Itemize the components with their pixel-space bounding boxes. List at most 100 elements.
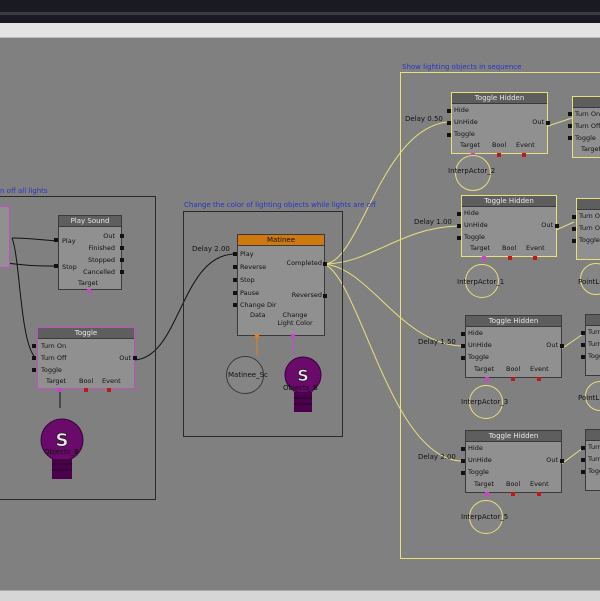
- play-sound-finished-pin[interactable]: [120, 246, 124, 250]
- matinee-node[interactable]: Matinee Play Reverse Stop Pause Change D…: [237, 234, 325, 336]
- right-partial-node-4[interactable]: Turn On Turn Off Toggle: [585, 429, 600, 491]
- right-partial-node-2[interactable]: Turn On Turn Off Toggle: [576, 198, 600, 260]
- toggle-toggle-pin[interactable]: [32, 368, 36, 372]
- right-partial-node-1[interactable]: Turn On Turn Off Toggle Target: [572, 96, 600, 158]
- matinee-stop-pin[interactable]: [233, 278, 237, 282]
- matinee-reverse-pin[interactable]: [233, 265, 237, 269]
- play-sound-out-pin[interactable]: [120, 234, 124, 238]
- toggle-bool: Bool: [79, 377, 94, 385]
- matinee-in-reverse: Reverse: [240, 263, 267, 271]
- play-sound-stop-pin[interactable]: [54, 264, 58, 268]
- toggle-hidden-1-out: Out: [532, 118, 544, 126]
- toggle-hidden-3-event-pin[interactable]: [537, 377, 541, 381]
- play-sound-node[interactable]: Play Sound Play Stop Out Finished Stoppe…: [58, 215, 122, 290]
- toggle-hidden-2-event-pin[interactable]: [533, 256, 537, 260]
- right-partial-2-pin-c[interactable]: [572, 239, 576, 243]
- right-actor-b-label: PointL: [578, 394, 600, 402]
- toggle-hidden-3-out: Out: [546, 341, 558, 349]
- right-partial-4-pin-a[interactable]: [581, 446, 585, 450]
- toggle-turn-off-pin[interactable]: [32, 356, 36, 360]
- toggle-hidden-1-hide-pin[interactable]: [447, 109, 451, 113]
- toggle-hidden-4-unhide-pin[interactable]: [461, 459, 465, 463]
- toggle-hidden-4-toggle-pin[interactable]: [461, 471, 465, 475]
- toggle-hidden-3-toggle-pin[interactable]: [461, 356, 465, 360]
- partial-left-node[interactable]: [0, 206, 10, 268]
- play-sound-stopped-pin[interactable]: [120, 258, 124, 262]
- toggle-hidden-1-bool-pin[interactable]: [497, 153, 501, 157]
- right-partial-4-pin-b[interactable]: [581, 458, 585, 462]
- toggle-hidden-2-target-pin[interactable]: [482, 256, 486, 260]
- play-sound-in-stop: Stop: [62, 263, 77, 271]
- toggle-out-pin[interactable]: [133, 356, 137, 360]
- right-partial-2-toggle: Toggle: [579, 236, 600, 244]
- toggle-hidden-2-toggle-pin[interactable]: [457, 236, 461, 240]
- toggle-hidden-2-delay: Delay 1.00: [414, 218, 452, 226]
- toggle-hidden-3-hide-pin[interactable]: [461, 332, 465, 336]
- toggle-bool-pin[interactable]: [84, 388, 88, 392]
- right-partial-1-turn-on: Turn On: [575, 110, 600, 118]
- toggle-hidden-3-bool-pin[interactable]: [511, 377, 515, 381]
- toggle-event-pin[interactable]: [107, 388, 111, 392]
- toggle-title: Toggle: [38, 328, 134, 339]
- right-partial-4-pin-c[interactable]: [581, 470, 585, 474]
- toggle-target-pin[interactable]: [57, 388, 61, 392]
- right-partial-3-pin-b[interactable]: [581, 343, 585, 347]
- toggle-hidden-2-bool-pin[interactable]: [508, 256, 512, 260]
- matinee-reversed-pin[interactable]: [323, 294, 327, 298]
- toggle-hidden-1-toggle: Toggle: [454, 130, 475, 138]
- toggle-hidden-2-target: Target: [470, 244, 491, 252]
- right-partial-3-toggle: Toggle: [588, 352, 600, 360]
- toggle-hidden-2-hide-pin[interactable]: [457, 212, 461, 216]
- toggle-hidden-3-unhide-pin[interactable]: [461, 344, 465, 348]
- toggle-hidden-1-node[interactable]: Toggle Hidden Hide UnHide Toggle Out Tar…: [451, 92, 548, 154]
- matinee-title: Matinee: [238, 235, 324, 246]
- right-partial-2-pin-a[interactable]: [572, 215, 576, 219]
- right-partial-1-pin-a[interactable]: [568, 112, 572, 116]
- right-partial-3-pin-c[interactable]: [581, 355, 585, 359]
- toggle-hidden-4-target-pin[interactable]: [485, 492, 489, 496]
- right-partial-3-pin-a[interactable]: [581, 331, 585, 335]
- toggle-hidden-1-event-pin[interactable]: [522, 153, 526, 157]
- toggle-hidden-1-hide: Hide: [454, 106, 469, 114]
- matinee-data-pin[interactable]: [255, 334, 259, 338]
- toggle-hidden-4-bool-pin[interactable]: [511, 492, 515, 496]
- right-partial-2-title: [577, 199, 600, 210]
- toggle-turn-on-pin[interactable]: [32, 344, 36, 348]
- right-partial-1-pin-c[interactable]: [568, 136, 572, 140]
- matinee-play-pin[interactable]: [233, 252, 237, 256]
- matinee-change-light-color: Change Light Color: [277, 311, 313, 327]
- toggle-hidden-1-unhide-pin[interactable]: [447, 121, 451, 125]
- right-partial-node-3[interactable]: Turn On Turn Off Toggle: [585, 314, 600, 376]
- toggle-hidden-1-toggle-pin[interactable]: [447, 133, 451, 137]
- toggle-hidden-4-out-pin[interactable]: [560, 459, 564, 463]
- toggle-hidden-4-event-pin[interactable]: [537, 492, 541, 496]
- right-partial-2-pin-b[interactable]: [572, 227, 576, 231]
- toggle-hidden-4-hide-pin[interactable]: [461, 447, 465, 451]
- matinee-data-label: Matinee_Sc: [228, 371, 268, 379]
- toggle-hidden-3-title: Toggle Hidden: [466, 316, 561, 327]
- right-partial-3-title: [586, 315, 600, 326]
- toggle-hidden-2-unhide-pin[interactable]: [457, 224, 461, 228]
- toggle-hidden-3-target-pin[interactable]: [485, 377, 489, 381]
- play-sound-play-pin[interactable]: [54, 238, 58, 242]
- right-partial-2-turn-on: Turn On: [579, 212, 600, 220]
- right-actor-a-label: PointLi: [578, 278, 600, 286]
- toggle-hidden-2-out-pin[interactable]: [555, 224, 559, 228]
- play-sound-cancelled-pin[interactable]: [120, 270, 124, 274]
- play-sound-target-pin[interactable]: [87, 289, 91, 293]
- toggle-in-turn-on: Turn On: [41, 342, 67, 350]
- toggle-hidden-3-out-pin[interactable]: [560, 344, 564, 348]
- toggle-hidden-2-node[interactable]: Toggle Hidden Hide UnHide Toggle Out Tar…: [461, 195, 557, 257]
- matinee-pause-pin[interactable]: [233, 291, 237, 295]
- matinee-in-change-dir: Change Dir: [240, 301, 277, 309]
- toggle-node[interactable]: Toggle Turn On Turn Off Toggle Out Targe…: [37, 327, 135, 389]
- toggle-hidden-3-node[interactable]: Toggle Hidden Hide UnHide Toggle Out Tar…: [465, 315, 562, 378]
- toggle-hidden-1-out-pin[interactable]: [546, 121, 550, 125]
- matinee-change-dir-pin[interactable]: [233, 303, 237, 307]
- right-partial-1-pin-b[interactable]: [568, 124, 572, 128]
- kismet-canvas[interactable]: n off all lights Change the color of lig…: [0, 38, 600, 590]
- matinee-light-color-pin[interactable]: [291, 334, 295, 338]
- matinee-completed-pin[interactable]: [323, 262, 327, 266]
- toggle-hidden-4-node[interactable]: Toggle Hidden Hide UnHide Toggle Out Tar…: [465, 430, 562, 493]
- toggle-out-out: Out: [119, 354, 131, 362]
